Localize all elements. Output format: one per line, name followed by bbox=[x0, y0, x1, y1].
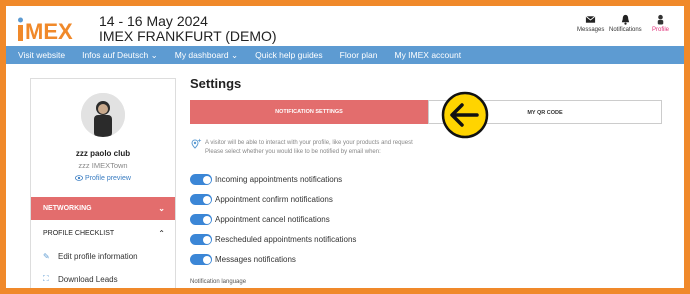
arrow-left-icon bbox=[441, 91, 489, 139]
toggle-switch[interactable] bbox=[190, 174, 212, 185]
toggle-switch[interactable] bbox=[190, 214, 212, 225]
profile-label: Profile bbox=[652, 27, 670, 33]
sparkle-pin-icon bbox=[191, 138, 202, 149]
avatar bbox=[81, 93, 125, 137]
nav-my-imex-account[interactable]: My IMEX account bbox=[394, 50, 461, 60]
toggle-row-rescheduled-appointments: Rescheduled appointments notifications bbox=[190, 234, 356, 245]
user-name: zzz paolo club bbox=[75, 149, 131, 158]
toggle-switch[interactable] bbox=[190, 194, 212, 205]
nav-quick-help-guides[interactable]: Quick help guides bbox=[255, 50, 323, 60]
envelope-icon bbox=[585, 15, 596, 23]
toggle-switch[interactable] bbox=[190, 234, 212, 245]
app-frame: MEX 14 - 16 May 2024 IMEX FRANKFURT (DEM… bbox=[6, 6, 684, 288]
profile-checklist-section[interactable]: PROFILE CHECKLIST ⌃ bbox=[31, 224, 175, 244]
imex-logo[interactable]: MEX bbox=[18, 17, 80, 41]
edit-profile-link[interactable]: ✎ Edit profile information bbox=[43, 252, 138, 261]
event-dates: 14 - 16 May 2024 bbox=[99, 13, 208, 29]
toggle-row-messages: Messages notifications bbox=[190, 254, 296, 265]
toggle-label: Appointment confirm notifications bbox=[215, 195, 333, 204]
profile-checklist-label: PROFILE CHECKLIST bbox=[43, 230, 115, 237]
messages-button[interactable]: Messages bbox=[577, 14, 604, 33]
sidebar: zzz paolo club zzz IMEXTown Profile prev… bbox=[30, 78, 176, 288]
profile-preview-link[interactable]: Profile preview bbox=[31, 174, 175, 182]
messages-label: Messages bbox=[577, 27, 605, 33]
edit-profile-label: Edit profile information bbox=[58, 252, 138, 261]
nav-infos-deutsch[interactable]: Infos auf Deutsch ⌄ bbox=[82, 50, 158, 61]
pencil-icon: ✎ bbox=[43, 252, 50, 261]
info-line-2: Please select whether you would like to … bbox=[205, 149, 381, 155]
toggle-row-appointment-confirm: Appointment confirm notifications bbox=[190, 194, 333, 205]
networking-section[interactable]: NETWORKING ⌄ bbox=[31, 197, 175, 220]
chevron-up-icon: ⌃ bbox=[158, 229, 165, 238]
toggle-label: Appointment cancel notifications bbox=[215, 215, 330, 224]
event-name: IMEX FRANKFURT (DEMO) bbox=[99, 28, 277, 44]
nav-visit-website[interactable]: Visit website bbox=[18, 50, 65, 60]
nav-floor-plan[interactable]: Floor plan bbox=[340, 50, 378, 60]
toggle-label: Rescheduled appointments notifications bbox=[215, 235, 357, 244]
profile-button[interactable]: Profile bbox=[652, 14, 669, 33]
user-icon bbox=[657, 14, 664, 25]
toggle-label: Messages notifications bbox=[215, 255, 296, 264]
main-content: Settings NOTIFICATION SETTINGS MY QR COD… bbox=[190, 68, 684, 288]
bell-icon bbox=[621, 14, 630, 25]
user-photo bbox=[81, 93, 125, 137]
main-nav: Visit website Infos auf Deutsch ⌄ My das… bbox=[6, 46, 684, 64]
tab-notification-settings[interactable]: NOTIFICATION SETTINGS bbox=[190, 100, 428, 124]
eye-icon bbox=[75, 175, 84, 181]
notifications-button[interactable]: Notifications bbox=[609, 14, 642, 33]
page-title: Settings bbox=[190, 76, 242, 91]
notification-language-label: Notification language bbox=[190, 279, 247, 285]
profile-preview-label: Profile preview bbox=[85, 174, 131, 182]
svg-text:MEX: MEX bbox=[25, 19, 73, 41]
toggle-switch[interactable] bbox=[190, 254, 212, 265]
notifications-label: Notifications bbox=[609, 27, 642, 33]
user-company: zzz IMEXTown bbox=[78, 161, 128, 170]
download-leads-label: Download Leads bbox=[58, 274, 118, 284]
download-leads-link[interactable]: ⛶ Download Leads bbox=[43, 274, 118, 284]
info-line-1: A visitor will be able to interact with … bbox=[205, 140, 413, 146]
toggle-row-appointment-cancel: Appointment cancel notifications bbox=[190, 214, 330, 225]
info-text: A visitor will be able to interact with … bbox=[205, 139, 485, 157]
download-icon: ⛶ bbox=[43, 274, 49, 283]
chevron-down-icon: ⌄ bbox=[158, 204, 165, 213]
nav-my-dashboard[interactable]: My dashboard ⌄ bbox=[175, 50, 238, 61]
header: MEX 14 - 16 May 2024 IMEX FRANKFURT (DEM… bbox=[6, 6, 684, 46]
networking-label: NETWORKING bbox=[43, 205, 92, 212]
toggle-label: Incoming appointments notifications bbox=[215, 175, 343, 184]
toggle-row-incoming-appointments: Incoming appointments notifications bbox=[190, 174, 342, 185]
